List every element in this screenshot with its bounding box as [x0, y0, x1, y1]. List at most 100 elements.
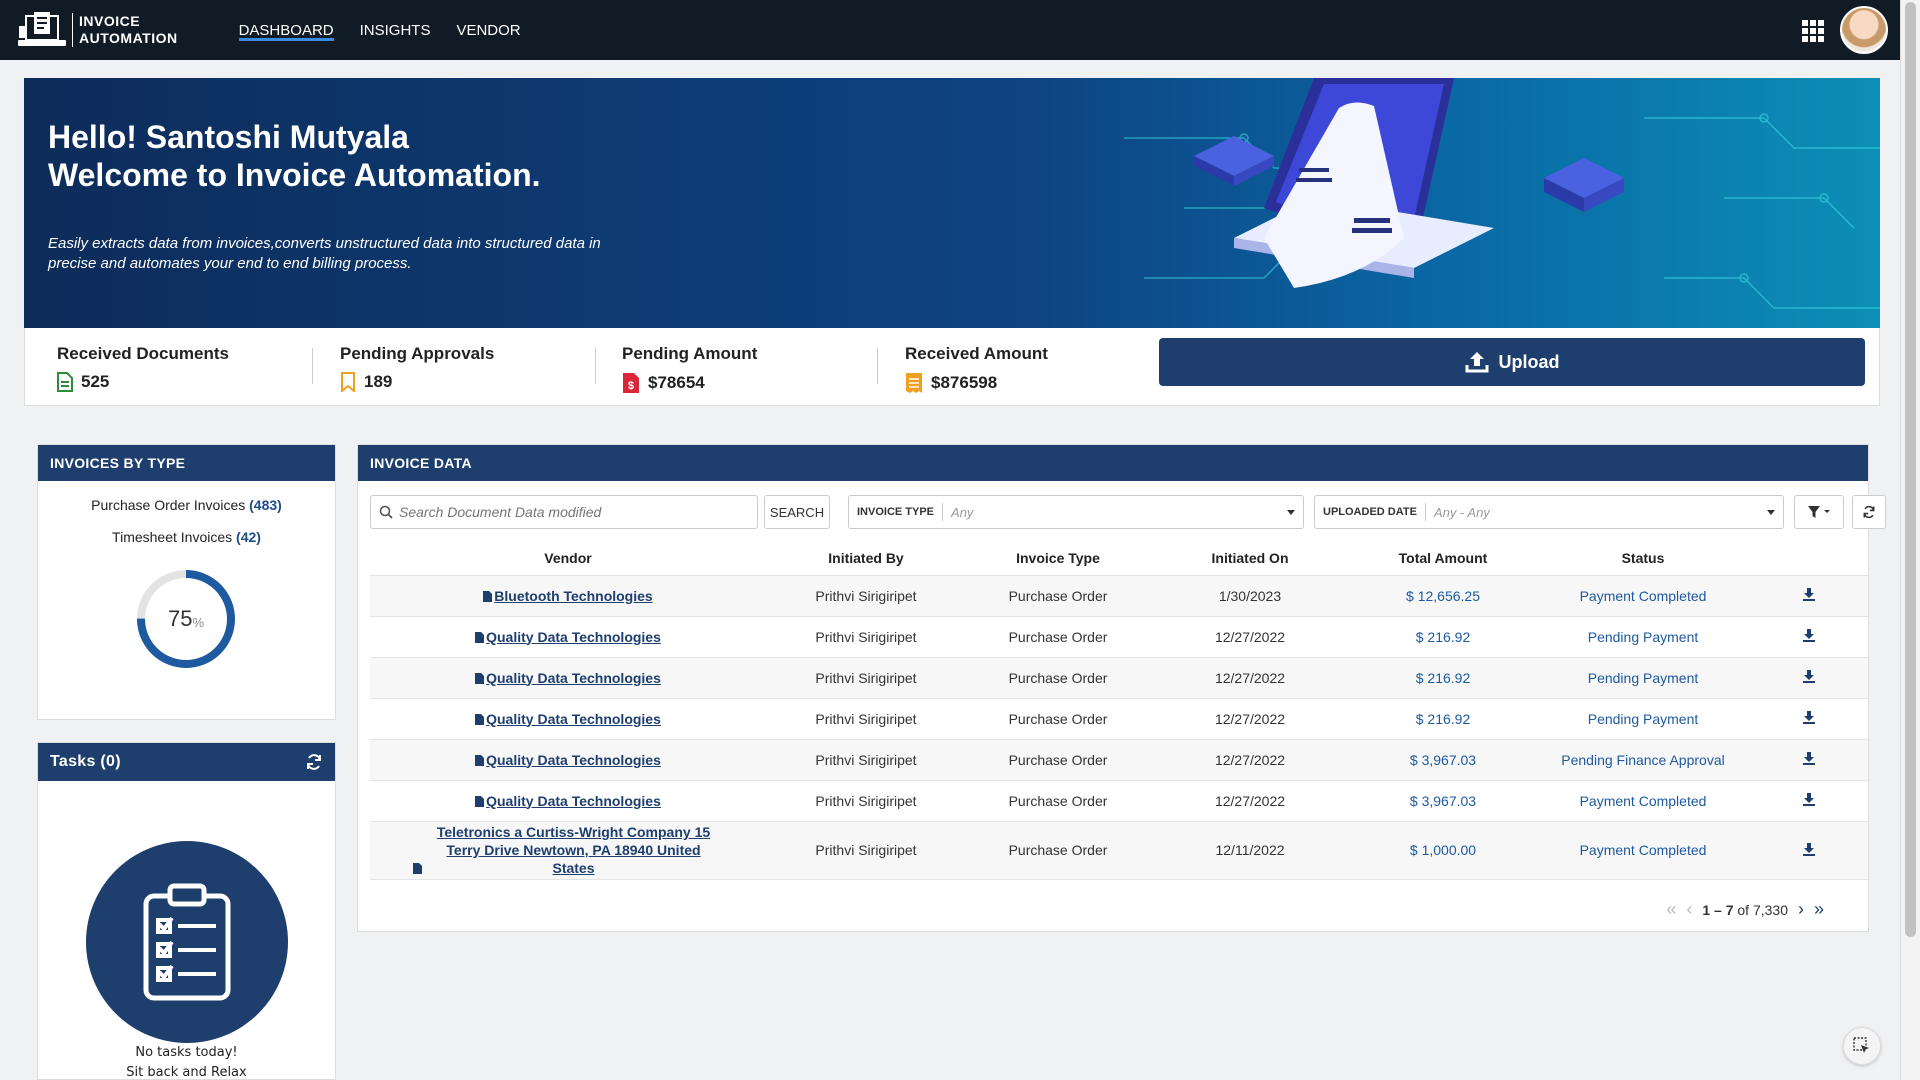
column-header-vendor[interactable]: Vendor — [370, 541, 766, 576]
column-header-initiated-on[interactable]: Initiated On — [1150, 541, 1350, 576]
invoice-type-select[interactable]: INVOICE TYPE Any — [848, 495, 1304, 529]
clipboard-checklist-icon — [143, 883, 231, 1001]
vendor-link[interactable]: Quality Data Technologies — [486, 670, 661, 686]
refresh-table-button[interactable] — [1852, 495, 1886, 529]
invoice-data-panel: INVOICE DATA SEARCH INVOICE TYPE Any UPL… — [357, 444, 1886, 932]
cell-initiated-by: Prithvi Sirigiripet — [766, 780, 966, 822]
chevron-down-icon — [1287, 510, 1295, 515]
upload-button[interactable]: Upload — [1159, 338, 1865, 386]
kpi-value: 525 — [81, 372, 110, 391]
kpi-value: 189 — [364, 372, 393, 391]
page-scrollbar[interactable] — [1900, 0, 1920, 1080]
first-page-icon[interactable]: « — [1666, 899, 1676, 920]
prev-page-icon[interactable]: ‹ — [1686, 899, 1692, 920]
download-icon[interactable] — [1802, 587, 1816, 604]
table-header-row: Vendor Initiated By Invoice Type Initiat… — [370, 541, 1868, 576]
file-icon — [483, 590, 493, 602]
cell-actions — [1750, 739, 1868, 781]
column-header-invoice-type[interactable]: Invoice Type — [966, 541, 1150, 576]
vendor-link[interactable]: Quality Data Technologies — [486, 629, 661, 645]
cell-actions — [1750, 575, 1868, 617]
scrollbar-thumb[interactable] — [1905, 2, 1916, 937]
banner-description: Easily extracts data from invoices,conve… — [48, 235, 601, 272]
cell-status: Payment Completed — [1536, 821, 1750, 880]
cell-status: Payment Completed — [1536, 575, 1750, 617]
page-info: 1 – 7 of 7,330 — [1702, 902, 1788, 918]
select-label: UPLOADED DATE — [1323, 503, 1426, 521]
table-row[interactable]: Quality Data Technologies Prithvi Sirigir… — [370, 698, 1868, 740]
tasks-empty-illustration — [86, 841, 288, 1043]
kpi-divider — [595, 348, 596, 384]
floating-assist-button[interactable] — [1843, 1027, 1881, 1065]
tasks-empty-message: No tasks today! Sit back and Relax — [38, 1043, 335, 1080]
nav-vendor[interactable]: VENDOR — [443, 0, 533, 60]
column-header-status[interactable]: Status — [1536, 541, 1750, 576]
table-row[interactable]: Teletronics a Curtiss-Wright Company 15 … — [370, 821, 1868, 880]
download-icon[interactable] — [1802, 669, 1816, 686]
cell-total-amount: $ 216.92 — [1350, 657, 1536, 699]
cell-total-amount: $ 12,656.25 — [1350, 575, 1536, 617]
column-header-total-amount[interactable]: Total Amount — [1350, 541, 1536, 576]
cell-invoice-type: Purchase Order — [966, 821, 1150, 880]
next-page-icon[interactable]: › — [1798, 899, 1804, 920]
cell-invoice-type: Purchase Order — [966, 575, 1150, 617]
percent-value: 75 — [167, 606, 193, 631]
kpi-pending-amount: Pending Amount $ $78654 — [622, 344, 757, 394]
app-logo[interactable]: INVOICE AUTOMATION — [16, 10, 178, 50]
apps-grid-icon[interactable] — [1802, 20, 1824, 42]
welcome-heading: Hello! Santoshi Mutyala Welcome to Invoi… — [48, 118, 541, 194]
vendor-link[interactable]: Bluetooth Technologies — [494, 588, 652, 604]
uploaded-date-select[interactable]: UPLOADED DATE Any - Any — [1314, 495, 1784, 529]
type-row-timesheet[interactable]: Timesheet Invoices (42) — [38, 529, 335, 545]
cell-actions — [1750, 780, 1868, 822]
cell-vendor: Quality Data Technologies — [370, 739, 766, 781]
download-icon[interactable] — [1802, 628, 1816, 645]
cell-vendor: Teletronics a Curtiss-Wright Company 15 … — [370, 821, 766, 880]
table-row[interactable]: Bluetooth Technologies Prithvi Sirigiripe… — [370, 575, 1868, 617]
vendor-link[interactable]: Quality Data Technologies — [486, 752, 661, 768]
download-icon[interactable] — [1802, 842, 1816, 859]
kpi-title: Pending Amount — [622, 344, 758, 363]
cell-total-amount: $ 1,000.00 — [1350, 821, 1536, 880]
nav-insights[interactable]: INSIGHTS — [347, 0, 444, 60]
vendor-link[interactable]: Quality Data Technologies — [486, 711, 661, 727]
search-button[interactable]: SEARCH — [764, 495, 830, 529]
filter-button[interactable] — [1794, 495, 1844, 529]
cell-actions — [1750, 698, 1868, 740]
receipt-icon — [906, 373, 922, 393]
cell-initiated-on: 12/27/2022 — [1150, 657, 1350, 699]
cell-initiated-on: 12/27/2022 — [1150, 780, 1350, 822]
search-box[interactable] — [370, 495, 758, 529]
last-page-icon[interactable]: » — [1814, 899, 1824, 920]
filter-icon — [1808, 506, 1830, 518]
cell-invoice-type: Purchase Order — [966, 657, 1150, 699]
cell-initiated-on: 12/11/2022 — [1150, 821, 1350, 880]
search-input[interactable] — [399, 504, 739, 520]
page-range: 1 – 7 — [1702, 901, 1734, 918]
vendor-link[interactable]: Teletronics a Curtiss-Wright Company 15 … — [424, 823, 724, 877]
cell-initiated-by: Prithvi Sirigiripet — [766, 821, 966, 880]
cell-initiated-by: Prithvi Sirigiripet — [766, 616, 966, 658]
column-header-initiated-by[interactable]: Initiated By — [766, 541, 966, 576]
table-row[interactable]: Quality Data Technologies Prithvi Sirigir… — [370, 616, 1868, 658]
invoice-table: Vendor Initiated By Invoice Type Initiat… — [370, 541, 1868, 880]
table-row[interactable]: Quality Data Technologies Prithvi Sirigir… — [370, 739, 1868, 781]
download-icon[interactable] — [1802, 792, 1816, 809]
cell-vendor: Quality Data Technologies — [370, 698, 766, 740]
vendor-link[interactable]: Quality Data Technologies — [486, 793, 661, 809]
cell-initiated-on: 1/30/2023 — [1150, 575, 1350, 617]
nav-dashboard[interactable]: DASHBOARD — [226, 0, 347, 60]
type-row-purchase-order[interactable]: Purchase Order Invoices (483) — [38, 497, 335, 513]
table-row[interactable]: Quality Data Technologies Prithvi Sirigir… — [370, 780, 1868, 822]
cell-initiated-by: Prithvi Sirigiripet — [766, 575, 966, 617]
download-icon[interactable] — [1802, 710, 1816, 727]
cell-status: Pending Payment — [1536, 698, 1750, 740]
user-avatar[interactable] — [1840, 6, 1888, 54]
cell-initiated-by: Prithvi Sirigiripet — [766, 657, 966, 699]
cell-total-amount: $ 3,967.03 — [1350, 780, 1536, 822]
cell-initiated-on: 12/27/2022 — [1150, 698, 1350, 740]
refresh-icon[interactable] — [305, 753, 323, 771]
download-icon[interactable] — [1802, 751, 1816, 768]
table-row[interactable]: Quality Data Technologies Prithvi Sirigir… — [370, 657, 1868, 699]
laptop-receipt-illustration — [1124, 78, 1880, 309]
